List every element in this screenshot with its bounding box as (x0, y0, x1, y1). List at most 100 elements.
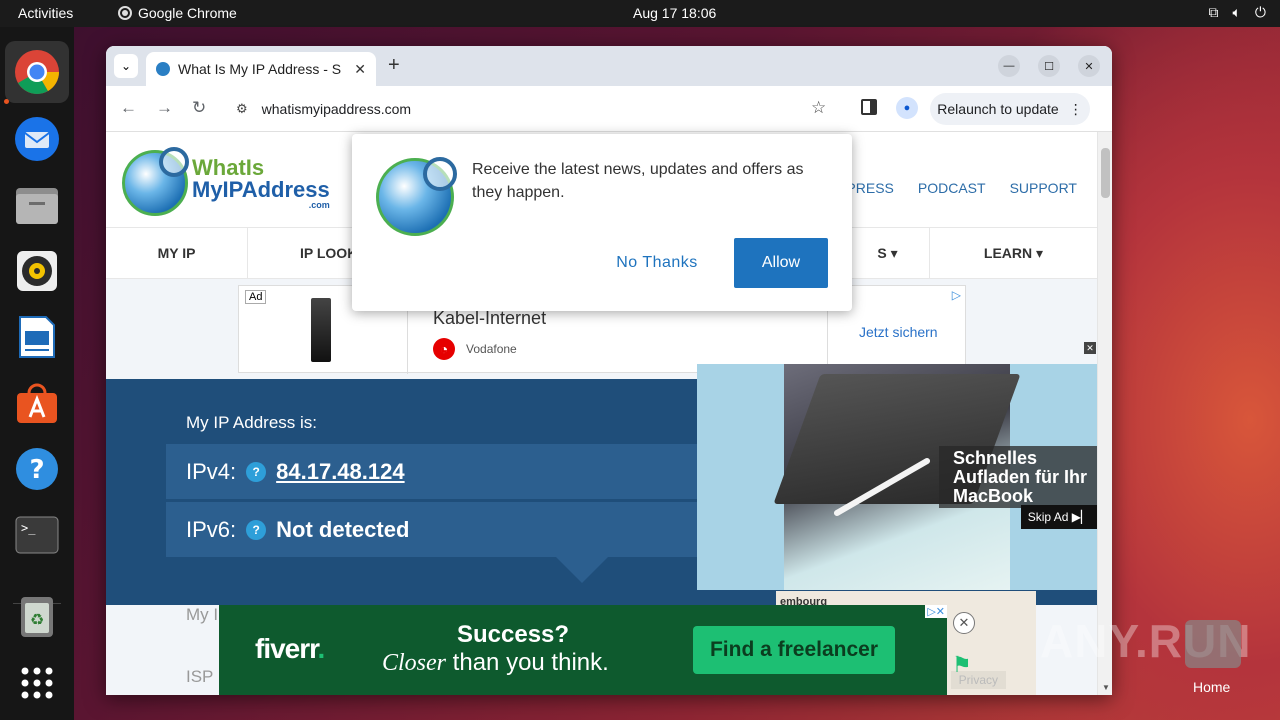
link-support[interactable]: SUPPORT (1010, 180, 1077, 196)
fiverr-dot: . (317, 633, 326, 664)
scrollbar-thumb[interactable] (1101, 148, 1110, 198)
logo-line1: WhatIs (192, 154, 265, 180)
banner-close-icon[interactable]: ✕ (953, 612, 975, 634)
video-ad[interactable]: Schnelles Aufladen für Ihr MacBook Skip … (697, 364, 1097, 590)
top-bar: Activities Google Chrome Aug 17 18:06 ⧉ … (0, 0, 1280, 27)
logo-line2: MyIPAddress (192, 176, 330, 202)
page-scrollbar[interactable]: ▼ (1097, 132, 1112, 695)
site-info-icon[interactable]: ⚙ (236, 101, 248, 117)
volume-icon: 🔈︎ (1232, 4, 1241, 20)
dock-terminal[interactable]: >_ (13, 511, 61, 559)
dock-help[interactable]: ? (13, 445, 61, 493)
app-menu[interactable]: Google Chrome (118, 5, 237, 21)
address-bar[interactable]: ⚙ whatismyipaddress.com (226, 93, 846, 125)
dock-files[interactable] (13, 181, 61, 229)
ipv4-row: IPv4: ? 84.17.48.124 (166, 444, 706, 499)
ad-cta-link[interactable]: Jetzt sichern (859, 324, 938, 340)
vodafone-logo-icon: ◔ (433, 338, 455, 360)
url-text: whatismyipaddress.com (261, 101, 412, 117)
kebab-menu-icon: ⋮ (1068, 100, 1083, 117)
logo-line3: .com (308, 199, 330, 210)
video-caption: Schnelles Aufladen für Ihr MacBook (939, 446, 1097, 508)
maximize-icon: ☐ (1044, 60, 1054, 73)
scroll-down-icon[interactable]: ▼ (1102, 683, 1110, 692)
skip-ad-button[interactable]: Skip Ad ▶▏ (1021, 505, 1097, 529)
show-apps-icon (21, 667, 53, 699)
ipv6-label: IPv6: (186, 516, 237, 542)
system-tray[interactable]: ⧉ 🔈︎ ⏻ (1209, 4, 1266, 21)
files-icon (16, 188, 58, 224)
ipv6-row: IPv6: ? Not detected (166, 502, 706, 557)
side-panel-icon[interactable] (861, 99, 877, 115)
allow-button[interactable]: Allow (734, 238, 828, 288)
globe-magnifier-icon (122, 147, 189, 216)
find-freelancer-button[interactable]: Find a freelancer (693, 626, 895, 674)
fiverr-headline-rest: than you think. (446, 649, 609, 676)
ad-title[interactable]: Kabel-Internet (433, 308, 546, 329)
profile-avatar-icon[interactable]: ● (896, 97, 918, 119)
svg-text:>_: >_ (21, 521, 36, 535)
no-thanks-button[interactable]: No Thanks (602, 238, 712, 288)
trash-icon: ♻ (21, 597, 53, 637)
forward-icon[interactable]: → (156, 98, 173, 118)
running-indicator (4, 99, 9, 104)
dock-show-apps[interactable] (13, 659, 61, 707)
tab-title: What Is My IP Address - S (178, 61, 342, 77)
ad-label: Ad (245, 290, 267, 304)
dock-chrome[interactable] (5, 41, 69, 103)
fiverr-headline-italic: Closer (382, 650, 447, 676)
new-tab-icon[interactable]: + (388, 54, 400, 77)
dock: ? >_ ♻ (0, 27, 74, 720)
relaunch-button[interactable]: Relaunch to update ⋮ (930, 93, 1090, 125)
nav-tools[interactable]: S ▾ (846, 228, 930, 278)
notification-message: Receive the latest news, updates and off… (472, 161, 804, 201)
chrome-icon (15, 50, 59, 94)
tab-close-icon[interactable]: ✕ (354, 61, 366, 78)
home-folder-icon[interactable] (1185, 620, 1241, 668)
close-icon: ✕ (1084, 60, 1094, 73)
close-window-button[interactable]: ✕ (1078, 55, 1100, 77)
help-icon[interactable]: ? (246, 461, 267, 482)
dock-trash[interactable]: ♻ (13, 593, 61, 641)
dock-thunderbird[interactable] (13, 115, 61, 163)
dock-app-center[interactable] (13, 379, 61, 427)
link-podcast[interactable]: PODCAST (918, 180, 986, 196)
header-links: PRESS PODCAST SUPPORT (846, 180, 1077, 196)
isp-label: ISP (186, 667, 214, 686)
rhythmbox-icon (17, 251, 57, 291)
tab-active[interactable]: What Is My IP Address - S ✕ (146, 52, 376, 86)
back-icon[interactable]: ← (120, 98, 137, 118)
help-icon[interactable]: ? (246, 519, 267, 540)
clock[interactable]: Aug 17 18:06 (633, 5, 716, 21)
fiverr-banner-ad[interactable]: fiverr. Success? Closer than you think. … (219, 605, 947, 695)
fiverr-brand: fiverr (255, 633, 318, 664)
dock-rhythmbox[interactable] (13, 247, 61, 295)
bookmark-star-icon[interactable]: ☆ (811, 98, 826, 118)
panel-pointer (556, 557, 608, 583)
adchoices-icon[interactable]: ▷ (952, 288, 961, 302)
ipv4-value[interactable]: 84.17.48.124 (276, 459, 404, 485)
banner-feedback-icon[interactable]: ⚑ (952, 652, 972, 678)
minimize-button[interactable]: — (998, 55, 1020, 77)
nav-my-ip[interactable]: MY IP (106, 228, 248, 278)
nav-learn[interactable]: LEARN ▾ (930, 228, 1097, 278)
tab-search-button[interactable]: ⌄ (114, 54, 138, 78)
site-logo[interactable]: WhatIs MyIPAddress .com (122, 147, 330, 216)
writer-icon (19, 316, 55, 358)
app-center-icon (17, 383, 57, 423)
link-press[interactable]: PRESS (846, 180, 893, 196)
reload-icon[interactable]: ↻ (192, 98, 206, 118)
router-image (311, 298, 331, 362)
app-name: Google Chrome (138, 5, 237, 21)
logo-text: WhatIs MyIPAddress .com (192, 154, 330, 210)
maximize-button[interactable]: ☐ (1038, 55, 1060, 77)
svg-text:?: ? (29, 455, 44, 485)
push-notification-prompt: Receive the latest news, updates and off… (352, 134, 852, 311)
adchoices-icon[interactable]: ▷✕ (925, 605, 947, 618)
video-ad-close-icon[interactable]: ✕ (1084, 342, 1096, 354)
home-folder-label: Home (1193, 679, 1231, 695)
activities-button[interactable]: Activities (18, 5, 73, 21)
svg-text:♻: ♻ (30, 610, 44, 629)
chrome-small-icon (118, 6, 132, 20)
dock-writer[interactable] (13, 313, 61, 361)
